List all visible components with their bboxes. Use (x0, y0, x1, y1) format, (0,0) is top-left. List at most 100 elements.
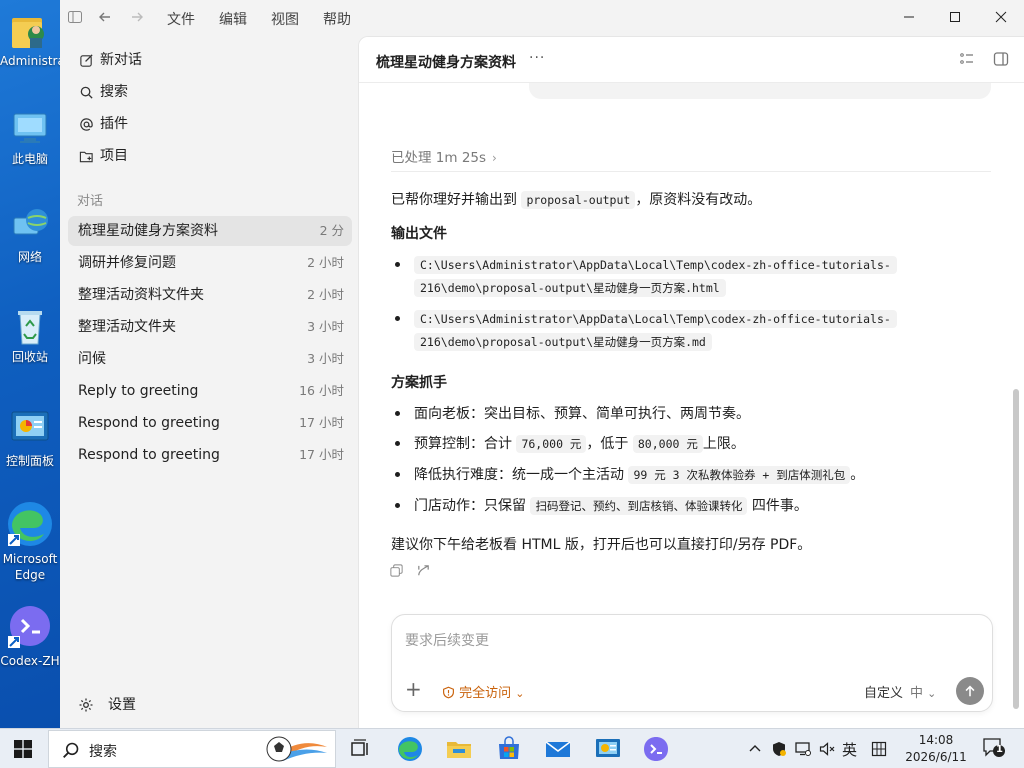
system-clock[interactable]: 14:08 2026/6/11 (900, 732, 972, 766)
mail-icon[interactable] (544, 735, 572, 763)
close-button[interactable] (978, 0, 1024, 36)
closing-text: 建议你下午给老板看 HTML 版，打开后也可以直接打印/另存 PDF。 (391, 537, 812, 553)
desktop-icon-control-panel[interactable]: 控制面板 (0, 410, 60, 469)
menu-edit[interactable]: 编辑 (219, 9, 247, 29)
conversation-item[interactable]: Respond to greeting 17 小时 (68, 440, 352, 470)
new-chat-button[interactable]: 新对话 (68, 45, 352, 75)
output-files-heading: 输出文件 (391, 226, 447, 242)
list-item: 门店动作：只保留 扫码登记、预约、到店核销、体验课转化 四件事。 (391, 495, 991, 515)
inline-code: 99 元 3 次私教体验券 + 到店体测礼包 (628, 466, 851, 484)
file-path[interactable]: 216\demo\proposal-output\星动健身一页方案.md (414, 333, 712, 351)
conversation-time: 2 分 (319, 223, 344, 238)
security-shield-icon[interactable] (771, 739, 787, 761)
minimize-icon (904, 16, 914, 18)
conversation-time: 17 小时 (299, 447, 344, 462)
intro-text: 已帮你理好并输出到 proposal-output ，原资料没有改动。 (391, 191, 762, 209)
file-path[interactable]: C:\Users\Administrator\AppData\Local\Tem… (414, 256, 897, 274)
desktop-icon-network[interactable]: 网络 (0, 206, 60, 265)
search-button[interactable]: 搜索 (68, 77, 352, 107)
volume-muted-icon[interactable] (819, 739, 835, 761)
processed-summary[interactable]: 已处理 1m 25s › (391, 146, 497, 166)
conversations-section-label: 对话 (77, 194, 104, 209)
list-item: 降低执行难度：统一成一个主活动 99 元 3 次私教体验券 + 到店体测礼包。 (391, 464, 991, 484)
minimize-button[interactable] (886, 0, 932, 36)
inline-code: proposal-output (521, 191, 636, 209)
store-icon[interactable] (495, 735, 523, 763)
conversation-time: 17 小时 (299, 415, 344, 430)
menu-help[interactable]: 帮助 (323, 9, 351, 29)
file-path[interactable]: C:\Users\Administrator\AppData\Local\Tem… (414, 310, 897, 328)
reasoning-level-dropdown[interactable]: 中 ⌄ (910, 682, 936, 701)
conversation-time: 2 小时 (307, 255, 344, 270)
control-panel-icon (10, 410, 50, 450)
chevron-down-icon: ⌄ (927, 687, 937, 700)
desktop-icon-edge[interactable]: Microsoft Edge (0, 500, 60, 583)
file-explorer-icon[interactable] (445, 735, 473, 763)
divider (391, 171, 991, 172)
edge-taskbar-icon[interactable] (396, 735, 424, 763)
codex-taskbar-icon[interactable] (642, 735, 670, 763)
maximize-button[interactable] (932, 0, 978, 36)
more-options-button[interactable]: ··· (529, 50, 545, 66)
ime-mode-icon[interactable] (871, 739, 887, 761)
codex-app-icon (6, 602, 54, 650)
scrollbar[interactable] (1013, 389, 1019, 709)
inline-code: 80,000 元 (632, 435, 703, 453)
file-path[interactable]: 216\demo\proposal-output\星动健身一页方案.html (414, 279, 726, 297)
message-composer[interactable]: 要求后续变更 + 完全访问 ⌄ 自定义 中 ⌄ (391, 614, 993, 712)
tray-overflow-chevron-icon[interactable] (748, 739, 762, 760)
custom-mode-label[interactable]: 自定义 (864, 682, 903, 701)
arrow-up-icon (965, 685, 975, 697)
copy-icon[interactable] (389, 563, 405, 579)
branch-icon[interactable] (416, 563, 432, 579)
desktop-icon-this-pc[interactable]: 此电脑 (0, 108, 60, 167)
conversation-item[interactable]: 整理活动文件夹 3 小时 (68, 312, 352, 342)
conversation-item[interactable]: Respond to greeting 17 小时 (68, 408, 352, 438)
menu-file[interactable]: 文件 (167, 9, 195, 29)
network-status-icon[interactable] (795, 739, 811, 761)
gear-icon (78, 690, 94, 723)
shield-alert-icon (443, 686, 454, 699)
desktop: Administrator 此电脑 网络 回收站 控制面板 Microsoft … (0, 0, 60, 728)
plan-heading: 方案抓手 (391, 375, 447, 391)
settings-button[interactable]: 设置 (68, 690, 268, 720)
conversation-time: 2 小时 (307, 287, 344, 302)
panel-toggle-icon[interactable] (993, 51, 1009, 67)
conversation-time: 3 小时 (307, 351, 344, 366)
search-icon (78, 77, 94, 111)
sidebar-toggle-icon[interactable] (66, 9, 84, 27)
desktop-icon-codex[interactable]: Codex-ZH (0, 602, 60, 669)
composer-input[interactable]: 要求后续变更 (405, 630, 489, 650)
task-view-icon[interactable] (346, 735, 374, 763)
add-attachment-button[interactable]: + (405, 679, 422, 699)
search-highlight-sports-icon (266, 736, 327, 762)
computer-icon (10, 108, 50, 148)
notification-center-icon[interactable]: 1 (982, 737, 1006, 763)
desktop-icon-recycle-bin[interactable]: 回收站 (0, 306, 60, 365)
back-arrow-icon[interactable] (96, 9, 114, 27)
taskbar-search-box[interactable]: 搜索 (48, 730, 336, 768)
desktop-icon-administrator[interactable]: Administrator (0, 10, 60, 69)
plugins-button[interactable]: 插件 (68, 109, 352, 139)
app-window: 文件 编辑 视图 帮助 新对话 搜索 插件 项目 对话 梳理星动健身方案资料 2… (60, 0, 1024, 728)
list-item: 预算控制：合计 76,000 元，低于 80,000 元上限。 (391, 433, 991, 453)
conversation-item[interactable]: 梳理星动健身方案资料 2 分 (68, 216, 352, 246)
conversation-item[interactable]: 整理活动资料文件夹 2 小时 (68, 280, 352, 310)
edit-icon (78, 45, 94, 79)
control-panel-taskbar-icon[interactable] (594, 735, 622, 763)
conversation-item[interactable]: Reply to greeting 16 小时 (68, 376, 352, 406)
windows-start-icon[interactable] (14, 740, 32, 758)
send-button[interactable] (956, 677, 984, 705)
ime-language-indicator[interactable]: 英 (842, 739, 857, 760)
list-item: C:\Users\Administrator\AppData\Local\Tem… (391, 254, 991, 300)
close-icon (995, 11, 1007, 23)
conversation-item[interactable]: 问候 3 小时 (68, 344, 352, 374)
conversation-time: 16 小时 (299, 383, 344, 398)
conversation-item[interactable]: 调研并修复问题 2 小时 (68, 248, 352, 278)
forward-arrow-icon[interactable] (128, 9, 146, 27)
projects-button[interactable]: 项目 (68, 141, 352, 171)
full-access-dropdown[interactable]: 完全访问 ⌄ (442, 682, 525, 701)
task-list-icon[interactable] (959, 51, 975, 67)
conversation-time: 3 小时 (307, 319, 344, 334)
menu-view[interactable]: 视图 (271, 9, 299, 29)
